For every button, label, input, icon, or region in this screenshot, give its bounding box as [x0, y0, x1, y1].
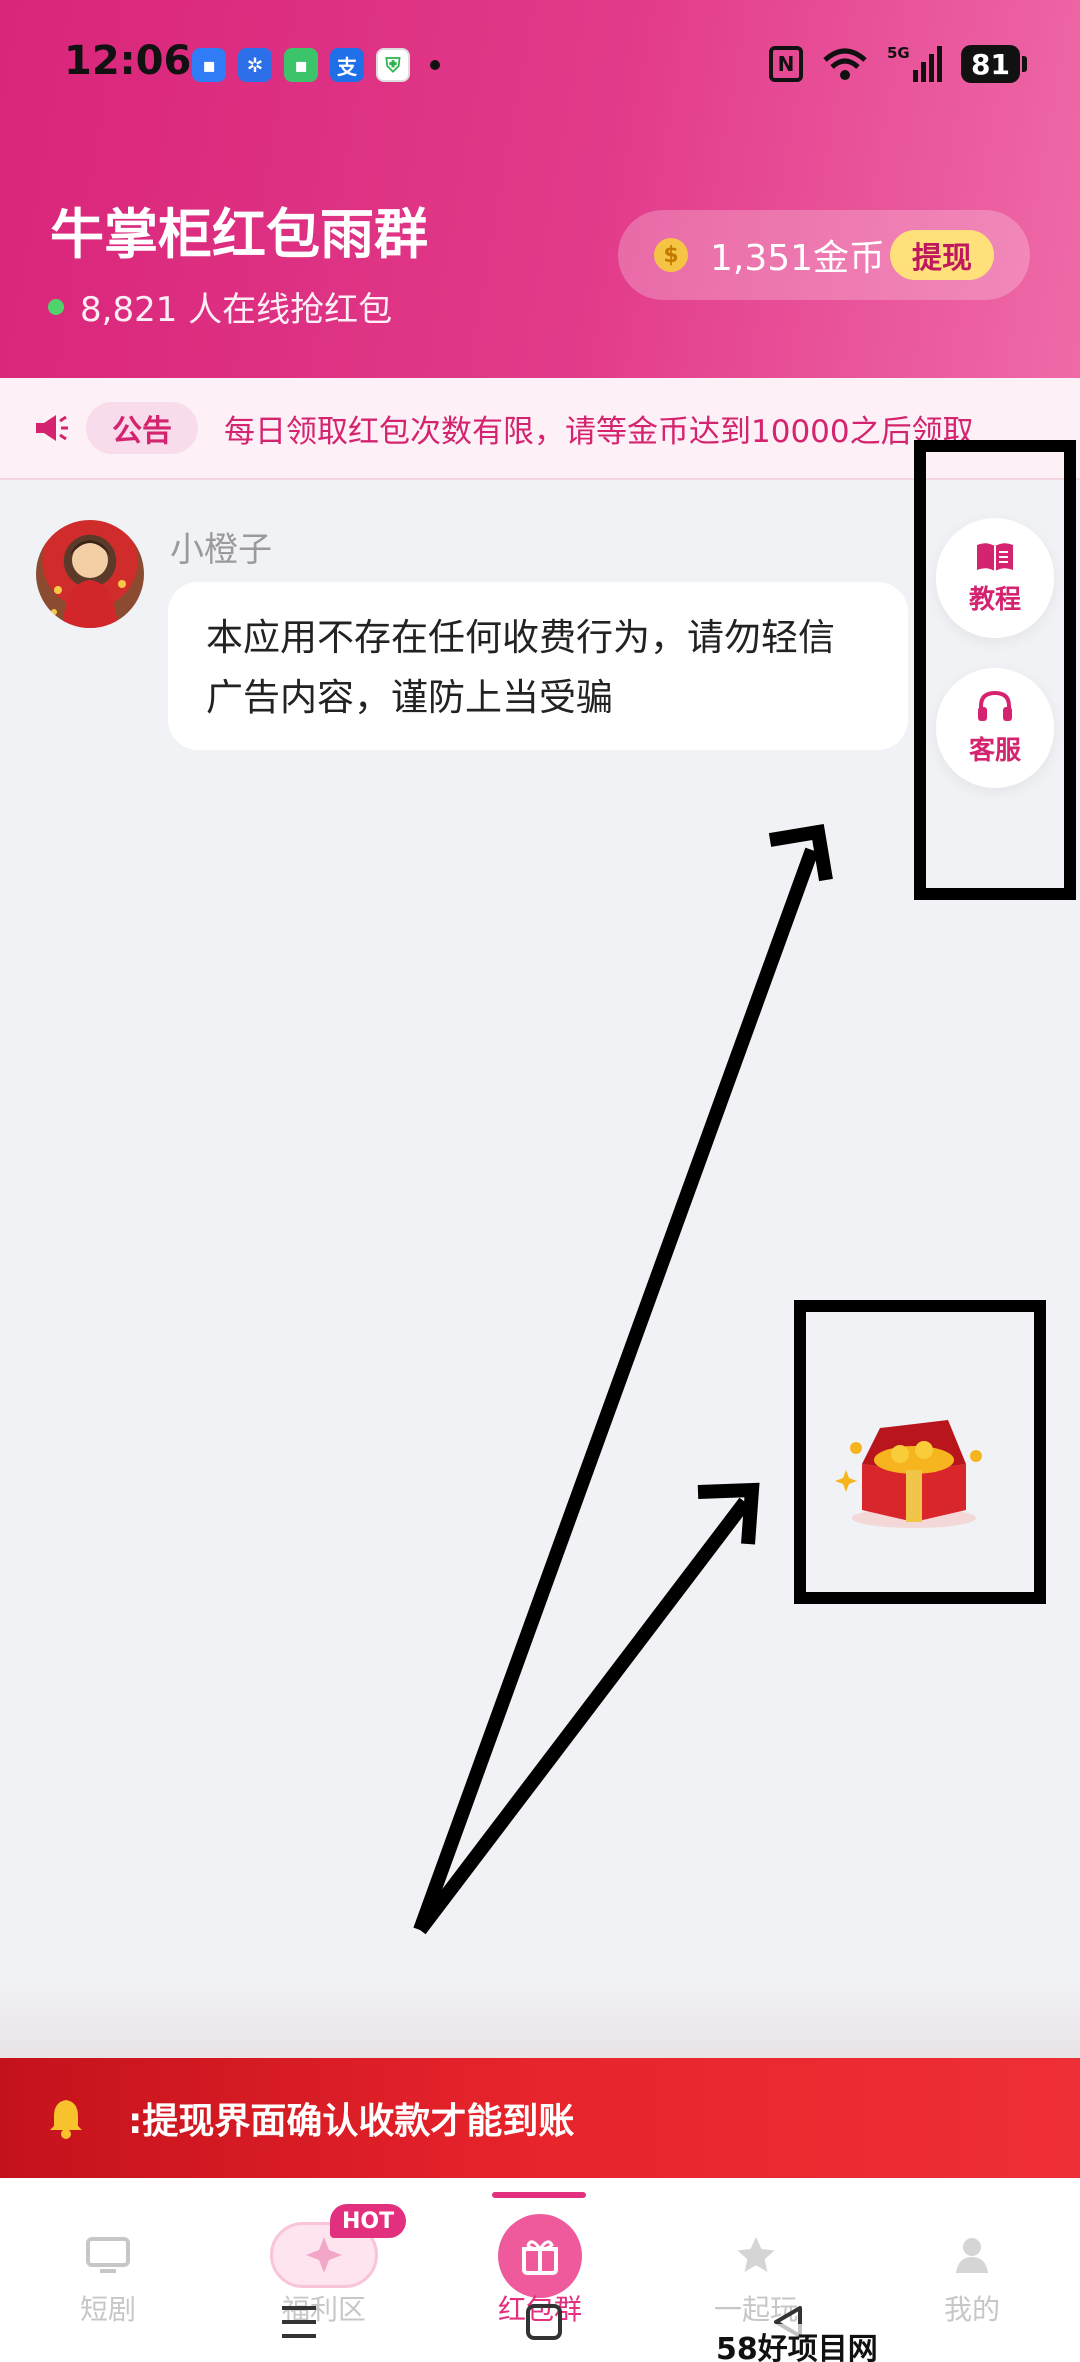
person-icon — [947, 2230, 997, 2280]
menu-nav-icon — [282, 2306, 316, 2338]
star-icon — [731, 2230, 781, 2280]
red-packet-treasure-button[interactable] — [834, 1400, 994, 1540]
home-nav-icon — [526, 2304, 562, 2340]
withdraw-tip-banner: :提现界面确认收款才能到账 — [0, 2058, 1080, 2178]
active-tab-indicator — [492, 2192, 586, 2198]
tv-icon — [83, 2230, 133, 2280]
sparkle-icon — [299, 2230, 349, 2280]
fade-band — [0, 1980, 1080, 2060]
watermark: 58好项目网www.58hxm.com — [712, 2324, 1080, 2362]
gift-icon — [515, 2230, 565, 2280]
bell-icon — [50, 2100, 82, 2139]
banner-text: :提现界面确认收款才能到账 — [128, 2101, 575, 2142]
